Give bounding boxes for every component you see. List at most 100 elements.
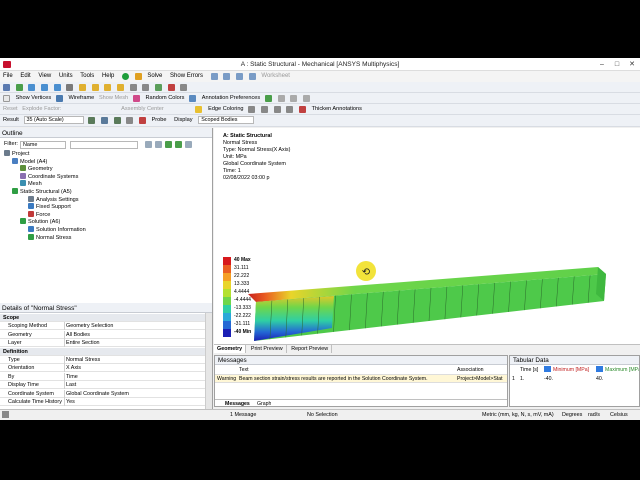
details-row[interactable]: Scoping Method Geometry Selection xyxy=(0,322,205,331)
filter-search-input[interactable] xyxy=(70,141,138,149)
details-row[interactable]: Display Time Last xyxy=(0,381,205,390)
tree-item[interactable]: Model (A4) xyxy=(12,157,47,165)
expand-all-icon[interactable] xyxy=(165,141,172,148)
edge-icon-a[interactable] xyxy=(248,106,256,113)
tree-item[interactable]: Geometry xyxy=(20,165,53,172)
zoom-fit-icon[interactable] xyxy=(53,84,61,91)
status-units[interactable]: Metric (mm, kg, N, s, mV, mA) xyxy=(482,412,554,418)
edge-coloring-button[interactable]: Edge Coloring xyxy=(208,104,243,112)
result-scale-select[interactable]: 35 (Auto Scale) xyxy=(23,116,84,124)
show-errors-button[interactable]: Show Errors xyxy=(167,71,206,81)
tree-item[interactable]: Solution Information xyxy=(28,226,86,233)
probe-button[interactable]: Probe xyxy=(152,115,167,123)
details-row[interactable]: Geometry All Bodies xyxy=(0,330,205,339)
close-icon[interactable]: ✕ xyxy=(626,60,638,69)
tree-icon-b[interactable] xyxy=(155,141,162,148)
menu-tools[interactable]: Tools xyxy=(77,71,97,81)
details-group-header[interactable]: Scope xyxy=(0,314,205,322)
tree-item[interactable]: Static Structural (A5) xyxy=(12,188,72,195)
worksheet-button[interactable]: Worksheet xyxy=(258,71,293,81)
tab-messages[interactable]: Messages xyxy=(225,401,250,407)
details-row[interactable]: Type Normal Stress xyxy=(0,356,205,364)
message-row[interactable]: Warning Beam section strain/stress resul… xyxy=(215,374,507,383)
status-temp[interactable]: Celsius xyxy=(610,412,628,418)
random-colors-button[interactable]: Random Colors xyxy=(146,93,185,101)
toolbar-icon-c[interactable] xyxy=(236,73,244,80)
toolbar-icon-b[interactable] xyxy=(223,73,231,80)
section-icon[interactable] xyxy=(167,84,175,91)
tab-geometry[interactable]: Geometry xyxy=(214,345,247,353)
menu-file[interactable]: File xyxy=(0,71,16,81)
filter-select[interactable]: Name xyxy=(20,141,66,149)
tree-item[interactable]: Analysis Settings xyxy=(28,195,79,203)
vertex-select-icon[interactable] xyxy=(104,84,112,91)
rotate-icon[interactable] xyxy=(66,84,74,91)
tree-icon-c[interactable] xyxy=(185,141,192,148)
tree-item[interactable]: Normal Stress xyxy=(28,233,71,241)
toolbar2-icon-b[interactable] xyxy=(277,95,285,102)
edge-icon-d[interactable] xyxy=(286,106,294,113)
zoom-icon[interactable] xyxy=(28,84,36,91)
collapse-all-icon[interactable] xyxy=(175,141,182,148)
tab-report-preview[interactable]: Report Preview xyxy=(288,345,333,353)
graphics-viewport[interactable]: A: Static Structural Normal Stress Type: N… xyxy=(214,128,640,388)
annotation-prefs-button[interactable]: Annotation Preferences xyxy=(202,93,260,101)
tree-item[interactable]: Mesh xyxy=(20,180,42,187)
details-row[interactable]: Layer Entire Section xyxy=(0,339,205,348)
menu-view[interactable]: View xyxy=(35,71,54,81)
details-row[interactable]: By Time xyxy=(0,372,205,381)
body-select-icon[interactable] xyxy=(117,84,125,91)
tree-item[interactable]: Solution (A6) xyxy=(20,218,60,225)
pan-icon[interactable] xyxy=(15,84,23,91)
minimum-checkbox[interactable] xyxy=(544,366,551,372)
menu-units[interactable]: Units xyxy=(56,71,76,81)
beam-model[interactable]: ⟲ xyxy=(214,128,640,352)
zoom-box-icon[interactable] xyxy=(41,84,49,91)
vector-icon[interactable] xyxy=(126,117,134,124)
details-scrollbar[interactable] xyxy=(205,313,212,420)
maximum-checkbox[interactable] xyxy=(596,366,603,372)
details-group-header[interactable]: Definition xyxy=(0,347,205,356)
maximize-icon[interactable]: □ xyxy=(611,60,623,69)
details-row[interactable]: Coordinate System Global Coordinate Syste… xyxy=(0,389,205,398)
thicken-annotations-button[interactable]: Thicken Annotations xyxy=(312,104,362,112)
wireframe-button[interactable]: Wireframe xyxy=(68,93,94,101)
assembly-center-select[interactable]: Assembly Center xyxy=(121,104,164,112)
tree-item[interactable]: Force xyxy=(28,210,50,218)
details-row[interactable]: Orientation X Axis xyxy=(0,364,205,373)
tab-graph[interactable]: Graph xyxy=(257,401,271,407)
show-mesh-button[interactable]: Show Mesh xyxy=(99,93,128,101)
toolbar-icon-d[interactable] xyxy=(248,73,256,80)
reset-button[interactable]: Reset xyxy=(3,104,18,112)
select-icon[interactable] xyxy=(3,84,10,91)
solve-button[interactable]: Solve xyxy=(144,71,165,81)
edge-icon-c[interactable] xyxy=(273,106,281,113)
display-scope-select[interactable]: Scoped Bodies xyxy=(198,116,255,124)
tree-item[interactable]: Coordinate Systems xyxy=(20,172,78,180)
tree-item[interactable]: Fixed Support xyxy=(28,203,71,210)
toolbar-icon-a[interactable] xyxy=(210,73,218,80)
viewports-icon[interactable] xyxy=(180,84,188,91)
status-angle[interactable]: Degrees xyxy=(562,412,582,418)
tree-icon-a[interactable] xyxy=(145,141,152,148)
solve-check-icon[interactable] xyxy=(121,73,129,80)
status-messages[interactable]: 1 Message xyxy=(230,412,256,418)
toolbar2-icon-d[interactable] xyxy=(302,95,310,102)
tab-print-preview[interactable]: Print Preview xyxy=(248,345,287,353)
show-vertices-button[interactable]: Show Vertices xyxy=(16,93,51,101)
edge-icon-b[interactable] xyxy=(260,106,268,113)
menu-help[interactable]: Help xyxy=(99,71,117,81)
menu-edit[interactable]: Edit xyxy=(17,71,33,81)
iso-view-icon[interactable] xyxy=(155,84,163,91)
details-row[interactable]: Calculate Time History Yes xyxy=(0,398,205,406)
edges-icon[interactable] xyxy=(113,117,121,124)
contour-icon[interactable] xyxy=(100,117,108,124)
status-rate[interactable]: rad/s xyxy=(588,412,600,418)
face-select-icon[interactable] xyxy=(79,84,87,91)
previous-view-icon[interactable] xyxy=(129,84,137,91)
toolbar2-icon-c[interactable] xyxy=(290,95,298,102)
tree-item[interactable]: Project xyxy=(4,150,29,157)
geometry-display-icon[interactable] xyxy=(88,117,96,124)
minimize-icon[interactable]: – xyxy=(596,60,608,69)
toolbar2-icon-a[interactable] xyxy=(264,95,272,102)
